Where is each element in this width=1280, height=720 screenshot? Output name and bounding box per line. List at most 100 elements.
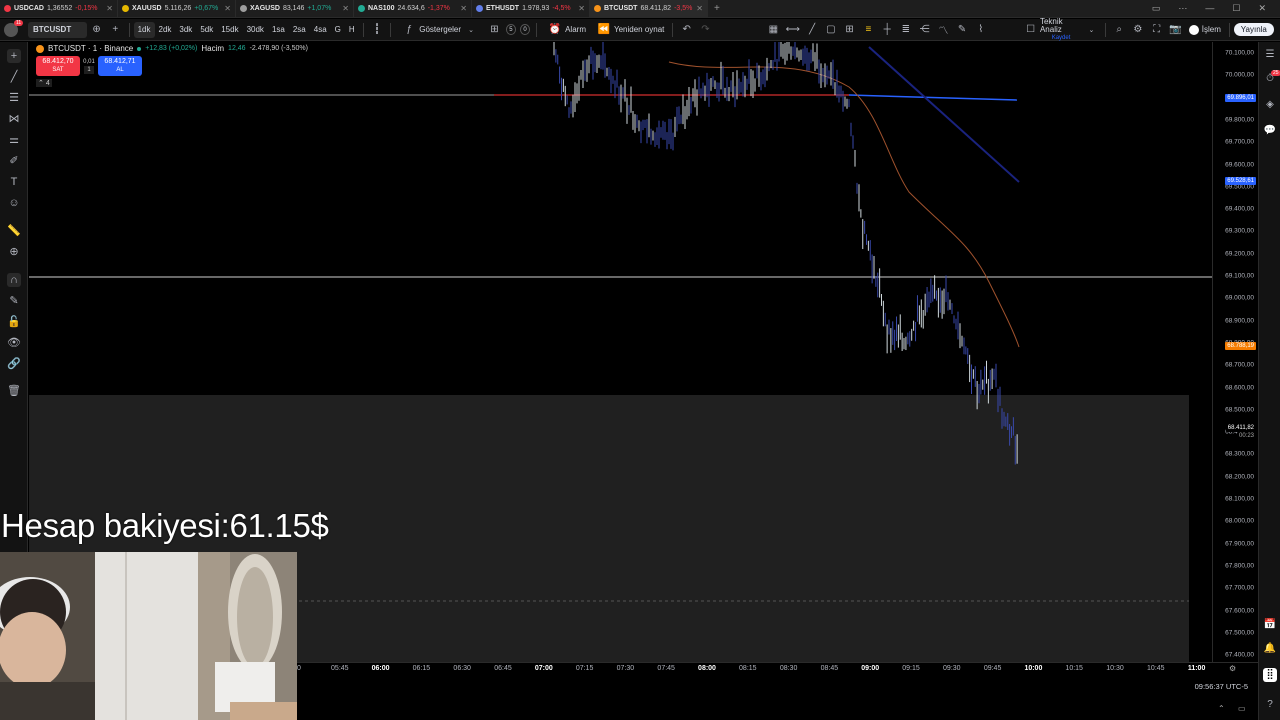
maximize-icon[interactable]: ☐ [1232, 3, 1240, 14]
tab-xauusd[interactable]: XAUUSD 5.116,26 +0,67% ✕ [118, 0, 236, 18]
interval-3dk[interactable]: 3dk [175, 19, 196, 41]
technical-analysis-layout[interactable]: Teknik Analiz Kaydet [1040, 17, 1082, 42]
candle-type-icon[interactable]: ┇ [371, 23, 384, 37]
search-icon[interactable]: ⌕ [1113, 23, 1126, 37]
right-sidebar: ☰ ⏱ 25 ◈ 💬 📅 🔔 ⣿ ? [1258, 42, 1280, 720]
scroll-up-icon[interactable]: ⌃ [1218, 704, 1225, 713]
pattern-icon[interactable]: 〽 [937, 23, 950, 37]
trade-button[interactable]: İşlem [1185, 19, 1225, 41]
badge-one[interactable]: 5 [505, 24, 516, 35]
compare-icon[interactable]: ⊕ [90, 23, 103, 37]
panel-icon[interactable]: ▭ [1238, 704, 1246, 713]
close-tab-icon[interactable]: ✕ [342, 4, 349, 13]
path-icon[interactable]: ⌇ [975, 23, 988, 37]
interval-H[interactable]: H [345, 19, 359, 41]
buy-button[interactable]: 68.412,71 AL [98, 56, 142, 76]
camera-icon[interactable]: 📷 [1169, 23, 1182, 37]
horizontal-line-icon[interactable]: ⟷ [786, 23, 800, 37]
interval-1dk[interactable]: 1dk [133, 21, 155, 38]
fullscreen-icon[interactable]: ⛶ [1150, 23, 1163, 37]
price-tick: 67.400,00 [1225, 651, 1254, 659]
badge-two[interactable]: 0 [519, 24, 531, 35]
emoji-icon[interactable]: ☺ [7, 196, 21, 210]
checkbox-icon[interactable]: ☐ [1024, 23, 1037, 37]
lot-value[interactable]: 1 [84, 66, 94, 74]
symbol-search[interactable]: BTCUSDT [28, 21, 88, 38]
profile-avatar[interactable]: 11 [0, 19, 24, 41]
lock-drawings-icon[interactable]: ✎ [7, 294, 21, 308]
horizontal-lines-icon[interactable]: ☰ [7, 91, 21, 105]
new-tab-button[interactable]: + [708, 3, 726, 14]
indicators-button[interactable]: ƒ Göstergeler ⌄ [395, 19, 485, 41]
layers-icon[interactable]: ◈ [1263, 98, 1277, 112]
chevron-down-icon[interactable]: ⌄ [1085, 23, 1098, 37]
interval-2sa[interactable]: 2sa [289, 19, 310, 41]
ruler-icon[interactable]: 📏 [7, 224, 21, 238]
close-tab-icon[interactable]: ✕ [578, 4, 585, 13]
chat-icon[interactable]: 💬 [1263, 124, 1277, 138]
close-tab-icon[interactable]: ✕ [106, 4, 113, 13]
rectangle-icon[interactable]: ▢ [825, 23, 838, 37]
menu-icon[interactable]: ⋯ [1178, 3, 1187, 14]
interval-4sa[interactable]: 4sa [310, 19, 331, 41]
trash-icon[interactable]: 🗑 [7, 384, 21, 398]
redo-icon[interactable]: ↷ [699, 23, 712, 37]
lock-icon[interactable]: 🔓 [7, 315, 21, 329]
crosshair-icon[interactable]: + [7, 49, 21, 63]
fib-icon[interactable]: ≣ [900, 23, 913, 37]
brush-tool-icon[interactable]: ✐ [7, 154, 21, 168]
help-icon[interactable]: ? [1263, 698, 1277, 712]
interval-15dk[interactable]: 15dk [217, 19, 242, 41]
interval-2dk[interactable]: 2dk [155, 19, 176, 41]
link-icon[interactable]: 🔗 [7, 357, 21, 371]
trend-line-tool-icon[interactable]: ╱ [7, 70, 21, 84]
layout-grid-icon[interactable]: ⊞ [843, 23, 856, 37]
grid-icon[interactable]: ▦ [767, 23, 780, 37]
price-label-label-blue-line: 69.896,01 [1225, 94, 1256, 103]
time-axis-settings-icon[interactable]: ⚙ [1229, 664, 1236, 673]
calendar-icon[interactable]: 📅 [1263, 618, 1277, 632]
add-symbol-icon[interactable]: + [109, 23, 122, 37]
indicators-collapse[interactable]: ⌃ 4 [36, 79, 52, 87]
watchlist-icon[interactable]: ☰ [1263, 48, 1277, 62]
undo-icon[interactable]: ↶ [680, 23, 693, 37]
templates-icon[interactable]: ⊞ [488, 23, 501, 37]
interval-1sa[interactable]: 1sa [268, 19, 289, 41]
tab-nas100[interactable]: NAS100 24.634,6 -1,37% ✕ [354, 0, 472, 18]
fib-tool-icon[interactable]: ⚌ [7, 133, 21, 147]
trend-line-icon[interactable]: ╱ [806, 23, 819, 37]
publish-button[interactable]: Yayınla [1233, 23, 1274, 36]
text-tool-icon[interactable]: T [7, 175, 21, 189]
clock[interactable]: 09:56:37 UTC-5 [1195, 682, 1248, 691]
zoom-icon[interactable]: ⊕ [7, 245, 21, 259]
brush-icon[interactable]: ✎ [956, 23, 969, 37]
price-axis[interactable]: 70.100,0070.000,0069.900,0069.800,0069.7… [1212, 42, 1258, 662]
interval-5dk[interactable]: 5dk [196, 19, 217, 41]
apps-grid-icon[interactable]: ⣿ [1263, 668, 1277, 682]
close-tab-icon[interactable]: ✕ [460, 4, 467, 13]
tab-ethusdt[interactable]: ETHUSDT 1.978,93 -4,5% ✕ [472, 0, 590, 18]
tab-change: +0,67% [194, 5, 219, 12]
eye-icon[interactable]: 👁 [7, 336, 21, 350]
magnet-icon[interactable]: ∩ [7, 273, 21, 287]
alarm-button[interactable]: ⏰ Alarm [541, 19, 590, 41]
interval-G[interactable]: G [331, 19, 345, 41]
minimize-icon[interactable]: — [1205, 3, 1214, 14]
time-tick: 10:45 [1147, 665, 1165, 672]
close-tab-icon[interactable]: ✕ [696, 4, 703, 13]
channel-icon[interactable]: ≡ [862, 23, 875, 37]
layout-icon[interactable]: ▭ [1152, 3, 1161, 14]
tab-xagusd[interactable]: XAGUSD 83,146 +1,07% ✕ [236, 0, 354, 18]
close-icon[interactable]: ✕ [1258, 3, 1266, 14]
bell-icon[interactable]: 🔔 [1263, 642, 1277, 656]
tab-usdcad[interactable]: USDCAD 1,36552 -0,15% ✕ [0, 0, 118, 18]
pattern-tool-icon[interactable]: ⋈ [7, 112, 21, 126]
vertical-line-icon[interactable]: ┼ [881, 23, 894, 37]
interval-30dk[interactable]: 30dk [243, 19, 268, 41]
sell-button[interactable]: 68.412,70 SAT [36, 56, 80, 76]
close-tab-icon[interactable]: ✕ [224, 4, 231, 13]
pitchfork-icon[interactable]: ⋲ [918, 23, 931, 37]
tab-btcusdt[interactable]: BTCUSDT 68.411,82 -3,5% ✕ [590, 0, 708, 18]
gear-icon[interactable]: ⚙ [1132, 23, 1145, 37]
replay-button[interactable]: ⏪ Yeniden oynat [590, 19, 668, 41]
